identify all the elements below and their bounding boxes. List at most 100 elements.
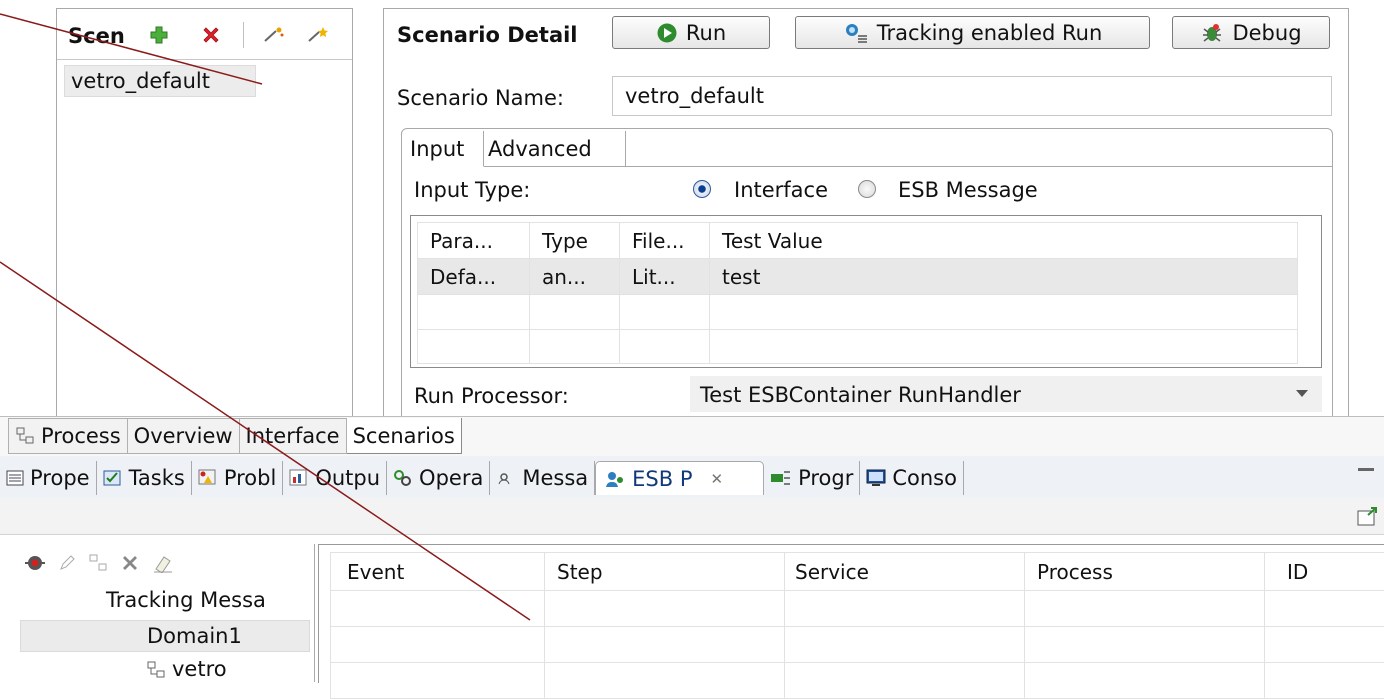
table-cell[interactable]: an...	[530, 259, 620, 295]
chevron-down-icon	[1296, 390, 1308, 397]
tab-messages[interactable]: Messa	[490, 461, 595, 495]
editor-tab-strip: Process Overview Interface Scenarios	[8, 418, 462, 454]
run-processor-label: Run Processor:	[414, 384, 569, 408]
tab-messages-label: Messa	[522, 466, 588, 490]
radio-interface-label: Interface	[734, 178, 828, 202]
tree-toolbar	[24, 552, 174, 574]
tab-console[interactable]: Conso	[860, 461, 964, 495]
close-icon[interactable]: ✕	[711, 470, 724, 488]
debug-button-label: Debug	[1232, 21, 1301, 45]
table-row[interactable]	[331, 663, 1384, 699]
add-icon[interactable]	[148, 24, 170, 46]
input-type-label: Input Type:	[414, 178, 530, 202]
table-cell[interactable]: Defa...	[418, 259, 530, 295]
process-icon	[15, 426, 35, 446]
tab-esb-p[interactable]: ESB P ✕	[595, 461, 764, 495]
column-header[interactable]: ID	[1265, 553, 1384, 591]
tree-item-vetro[interactable]: vetro	[172, 657, 227, 681]
tab-operations-label: Opera	[419, 466, 483, 490]
column-header[interactable]: Step	[545, 553, 785, 591]
run-processor-select[interactable]: Test ESBContainer RunHandler	[690, 376, 1322, 412]
tab-properties[interactable]: Prope	[0, 461, 97, 495]
tab-process[interactable]: Process	[8, 418, 128, 454]
table-row[interactable]	[418, 295, 1298, 330]
console-icon	[866, 469, 886, 487]
tracking-run-button[interactable]: Tracking enabled Run	[795, 16, 1150, 49]
pencil-icon[interactable]	[58, 554, 76, 572]
radio-interface[interactable]	[693, 180, 711, 198]
tab-advanced[interactable]: Advanced	[484, 131, 626, 167]
view-menu-icon[interactable]	[1356, 506, 1380, 528]
table-cell[interactable]: Lit...	[620, 259, 710, 295]
column-header[interactable]: File...	[620, 223, 710, 259]
tab-strip-divider	[626, 166, 1332, 167]
tab-interface-label: Interface	[246, 424, 340, 448]
parameter-table: Para... Type File... Test Value Defa... …	[417, 222, 1298, 364]
tab-tasks-label: Tasks	[129, 466, 185, 490]
bug-icon	[1200, 22, 1224, 44]
eraser-icon[interactable]	[152, 553, 174, 573]
scenario-name-input[interactable]	[612, 76, 1332, 116]
remove-icon[interactable]	[120, 553, 140, 573]
tab-problems-label: Probl	[224, 466, 276, 490]
debug-button[interactable]: Debug	[1172, 16, 1330, 49]
delete-icon[interactable]	[200, 24, 222, 46]
run-button[interactable]: Run	[612, 16, 770, 49]
column-header[interactable]: Event	[331, 553, 545, 591]
wand-icon[interactable]	[262, 24, 286, 46]
tab-scenarios[interactable]: Scenarios	[347, 418, 462, 454]
tab-scenarios-label: Scenarios	[353, 424, 455, 448]
minimize-icon[interactable]	[1358, 468, 1374, 471]
column-header[interactable]: Para...	[418, 223, 530, 259]
play-icon	[656, 22, 678, 44]
tab-progress-label: Progr	[798, 466, 853, 490]
tab-output[interactable]: Outpu	[283, 461, 387, 495]
table-row[interactable]	[331, 627, 1384, 663]
tab-problems[interactable]: Probl	[192, 461, 283, 495]
table-row[interactable]	[331, 591, 1384, 627]
radio-esb-message[interactable]	[858, 180, 876, 198]
table-row[interactable]	[418, 330, 1298, 364]
esb-icon	[604, 469, 626, 489]
tab-tasks[interactable]: Tasks	[97, 461, 192, 495]
scenario-name-label: Scenario Name:	[397, 86, 564, 110]
tab-advanced-label: Advanced	[488, 137, 592, 161]
connect-icon[interactable]	[24, 552, 46, 574]
scenarios-panel-title: Scen	[68, 24, 125, 48]
tree-item-tracking-messages[interactable]: Tracking Messa	[106, 588, 266, 612]
properties-icon	[6, 470, 24, 486]
tab-interface[interactable]: Interface	[240, 418, 347, 454]
scenario-list-item[interactable]: vetro_default	[64, 65, 256, 97]
table-cell[interactable]: test	[710, 259, 1298, 295]
column-header[interactable]: Service	[785, 553, 1025, 591]
messages-icon	[496, 469, 516, 487]
tab-operations[interactable]: Opera	[387, 461, 490, 495]
tab-esb-p-label: ESB P	[632, 467, 692, 491]
progress-icon	[770, 470, 792, 486]
tab-process-label: Process	[41, 424, 121, 448]
table-row[interactable]: Defa... an... Lit... test	[418, 259, 1298, 295]
tab-console-label: Conso	[892, 466, 957, 490]
disconnect-icon[interactable]	[88, 553, 108, 573]
column-header[interactable]: Process	[1025, 553, 1265, 591]
tasks-icon	[103, 469, 123, 487]
tab-overview[interactable]: Overview	[128, 418, 240, 454]
tab-properties-label: Prope	[30, 466, 90, 490]
operations-icon	[393, 469, 413, 487]
tree-item-domain1-label: Domain1	[147, 624, 242, 648]
process-icon	[146, 660, 166, 680]
scenario-detail-title: Scenario Detail	[397, 23, 578, 47]
star-wand-icon[interactable]	[306, 24, 330, 46]
tree-item-domain1[interactable]: Domain1	[20, 620, 310, 652]
column-header[interactable]: Test Value	[710, 223, 1298, 259]
view-tab-strip: Prope Tasks Probl Outpu Opera Messa ESB …	[0, 461, 964, 495]
column-header[interactable]: Type	[530, 223, 620, 259]
output-icon	[289, 469, 309, 487]
run-processor-value: Test ESBContainer RunHandler	[700, 383, 1021, 407]
events-table: Event Step Service Process ID	[330, 552, 1384, 699]
tab-input[interactable]: Input	[404, 131, 484, 167]
problems-icon	[198, 469, 218, 487]
table-header-row: Event Step Service Process ID	[331, 553, 1384, 591]
tab-progress[interactable]: Progr	[764, 461, 860, 495]
run-button-label: Run	[686, 21, 726, 45]
